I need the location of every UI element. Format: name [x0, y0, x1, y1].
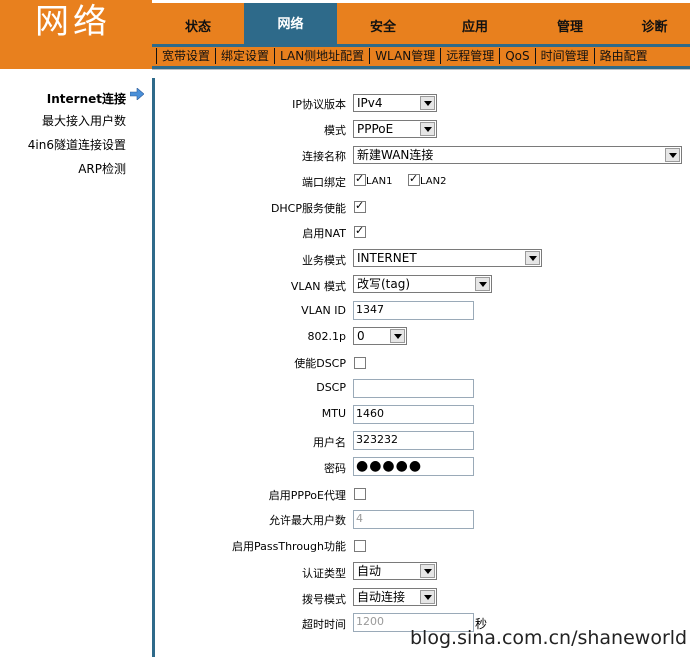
- sidebar-item-4in6[interactable]: 4in6隧道连接设置: [28, 136, 126, 153]
- label-dscp: DSCP: [316, 381, 346, 394]
- label-mtu: MTU: [321, 407, 346, 420]
- label-pppoe-proxy: 启用PPPoE代理: [268, 489, 346, 502]
- subnav-qos[interactable]: QoS: [499, 48, 534, 64]
- dhcp-checkbox[interactable]: [354, 199, 366, 213]
- top-nav: 状态 网络 安全 应用 管理 诊断: [152, 0, 690, 47]
- page-title: 网络: [35, 2, 111, 42]
- subnav-remote[interactable]: 远程管理: [440, 48, 499, 64]
- dial-mode-select[interactable]: 自动连接: [353, 588, 437, 606]
- nat-checkbox[interactable]: [354, 224, 366, 238]
- sidebar-item-arp[interactable]: ARP检测: [78, 160, 126, 177]
- tab-security[interactable]: 安全: [337, 6, 429, 47]
- sidebar: Internet连接 最大接入用户数 4in6隧道连接设置 ARP检测: [0, 69, 152, 657]
- pppoe-proxy-checkbox[interactable]: [354, 488, 366, 500]
- dscp-input[interactable]: [353, 379, 474, 398]
- subnav-route[interactable]: 路由配置: [593, 48, 653, 64]
- label-auth-type: 认证类型: [302, 567, 346, 580]
- label-port-bind: 端口绑定: [302, 176, 346, 189]
- chevron-down-icon: [420, 122, 435, 136]
- chevron-down-icon: [475, 277, 490, 291]
- logo-area: 网络: [0, 0, 152, 69]
- chevron-down-icon: [390, 329, 405, 343]
- mode-select[interactable]: PPPoE: [353, 120, 437, 138]
- chevron-down-icon: [420, 564, 435, 578]
- tab-network[interactable]: 网络: [244, 3, 337, 47]
- service-mode-select[interactable]: INTERNET: [353, 249, 542, 267]
- label-conn-name: 连接名称: [302, 150, 346, 163]
- label-dhcp: DHCP服务使能: [270, 202, 346, 215]
- 8021p-select[interactable]: 0: [353, 327, 407, 345]
- sidebar-item-internet[interactable]: Internet连接: [47, 90, 126, 107]
- chevron-down-icon: [420, 590, 435, 604]
- label-service-mode: 业务模式: [302, 254, 346, 267]
- lan1-label: LAN1: [366, 176, 393, 187]
- sub-nav: 宽带设置 绑定设置 LAN侧地址配置 WLAN管理 远程管理 QoS 时间管理 路由配置: [152, 47, 690, 66]
- label-dscp-enable: 使能DSCP: [294, 357, 346, 370]
- subnav-binding[interactable]: 绑定设置: [215, 48, 274, 64]
- watermark-text: blog.sina.com.cn/shaneworld: [410, 627, 688, 649]
- password-input[interactable]: ●●●●●: [353, 457, 474, 476]
- passthrough-checkbox[interactable]: [354, 540, 366, 552]
- conn-name-select[interactable]: 新建WAN连接: [353, 146, 682, 164]
- chevron-down-icon: [420, 96, 435, 110]
- label-8021p: 802.1p: [307, 330, 346, 343]
- label-nat: 启用NAT: [302, 227, 346, 240]
- label-timeout: 超时时间: [302, 618, 346, 631]
- label-vlan-mode: VLAN 模式: [290, 280, 346, 293]
- content-top-border: [152, 69, 690, 78]
- subnav-lan-address[interactable]: LAN侧地址配置: [274, 48, 369, 64]
- tab-status[interactable]: 状态: [152, 6, 244, 47]
- max-users-input[interactable]: 4: [353, 510, 474, 529]
- label-max-users: 允许最大用户数: [269, 514, 346, 527]
- label-mode: 模式: [324, 124, 346, 137]
- subnav-broadband[interactable]: 宽带设置: [156, 48, 215, 64]
- label-username: 用户名: [313, 436, 346, 449]
- lan1-checkbox[interactable]: [354, 172, 366, 186]
- chevron-down-icon: [525, 251, 540, 265]
- tab-application[interactable]: 应用: [429, 6, 521, 47]
- label-vlan-id: VLAN ID: [301, 304, 346, 317]
- label-dial-mode: 拨号模式: [302, 593, 346, 606]
- vlan-mode-select[interactable]: 改写(tag): [353, 275, 492, 293]
- lan2-label: LAN2: [420, 176, 447, 187]
- tab-management[interactable]: 管理: [521, 6, 619, 47]
- dscp-enable-checkbox[interactable]: [354, 357, 366, 369]
- vlan-id-input[interactable]: 1347: [353, 301, 474, 320]
- lan2-checkbox[interactable]: [408, 172, 420, 186]
- label-passthrough: 启用PassThrough功能: [232, 540, 346, 553]
- arrow-right-icon: [130, 88, 144, 100]
- auth-type-select[interactable]: 自动: [353, 562, 437, 580]
- subnav-time[interactable]: 时间管理: [534, 48, 594, 64]
- tab-diagnostics[interactable]: 诊断: [619, 6, 690, 47]
- username-input[interactable]: 323232: [353, 431, 474, 450]
- label-password: 密码: [324, 462, 346, 475]
- ip-version-select[interactable]: IPv4: [353, 94, 437, 112]
- label-ip-version: IP协议版本: [292, 98, 346, 111]
- chevron-down-icon: [665, 148, 680, 162]
- subnav-wlan[interactable]: WLAN管理: [369, 48, 440, 64]
- mtu-input[interactable]: 1460: [353, 405, 474, 424]
- sidebar-item-max-users[interactable]: 最大接入用户数: [42, 112, 126, 129]
